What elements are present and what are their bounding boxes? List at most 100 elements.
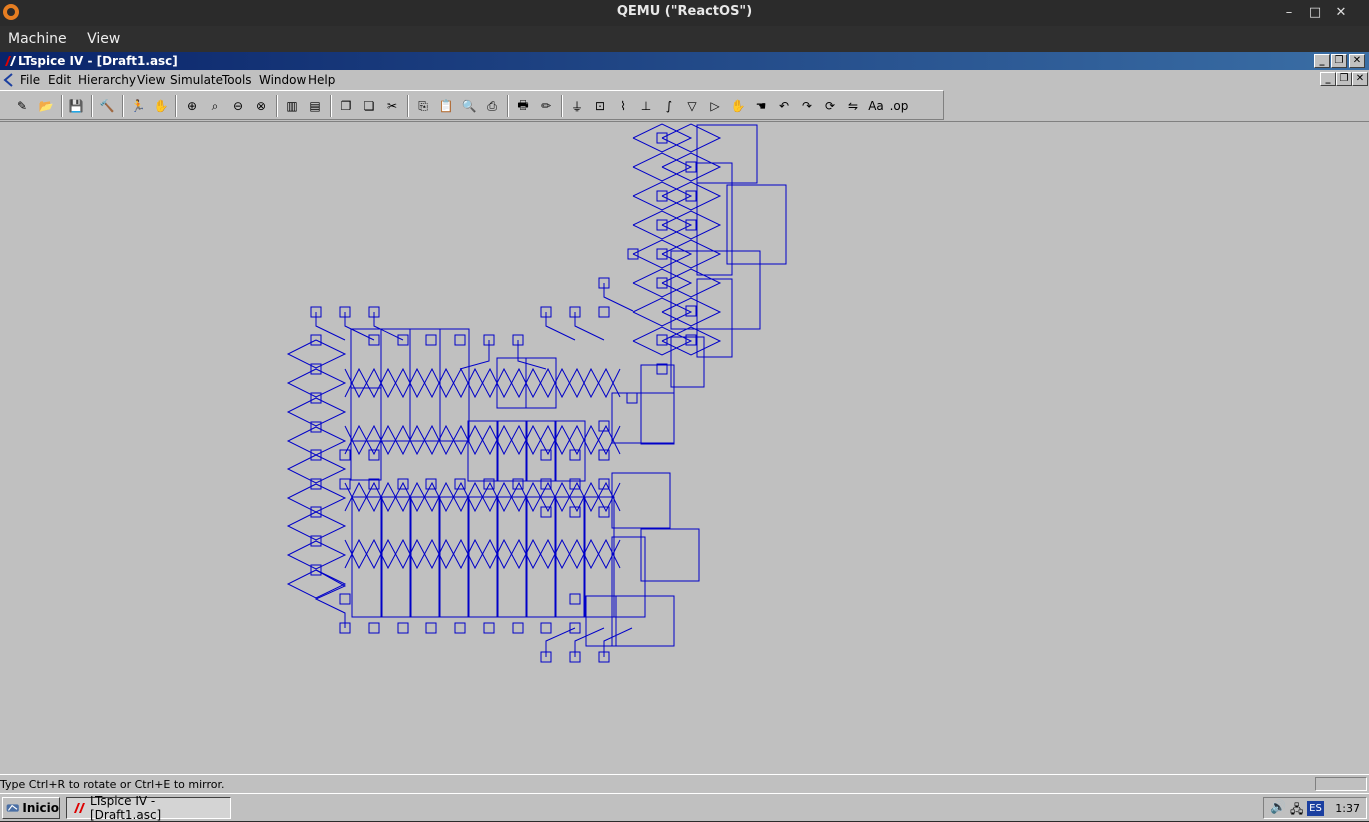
zoom-out-icon[interactable]: ⊖ <box>228 96 248 116</box>
save-icon[interactable]: 💾 <box>66 96 86 116</box>
component-box <box>696 278 733 358</box>
host-menu-view[interactable]: View <box>79 26 128 47</box>
wire <box>603 627 633 657</box>
menu-simulate[interactable]: Simulate <box>170 73 223 87</box>
halt-icon[interactable]: ✋ <box>151 96 171 116</box>
wire <box>517 340 547 370</box>
ltspice-task-icon <box>73 803 85 813</box>
copy-icon[interactable]: ⎘ <box>413 96 433 116</box>
find-icon[interactable]: 🔍 <box>459 96 479 116</box>
pin-square <box>425 622 437 634</box>
host-titlebar: QEMU ("ReactOS") – □ ✕ <box>0 0 1369 26</box>
statusbar: Type Ctrl+R to rotate or Ctrl+E to mirro… <box>0 774 1369 793</box>
menu-tools[interactable]: Tools <box>222 73 252 87</box>
menu-file[interactable]: File <box>20 73 40 87</box>
start-button[interactable]: Inicio <box>2 797 60 819</box>
menu-edit[interactable]: Edit <box>48 73 71 87</box>
doc-restore-button[interactable]: ❐ <box>1336 72 1352 86</box>
guest-desktop: LTspice IV - [Draft1.asc] _ ❐ ✕ File Edi… <box>0 52 1369 822</box>
mdi-doc-icon[interactable] <box>2 72 16 88</box>
host-window-title: QEMU ("ReactOS") <box>616 4 753 19</box>
host-maximize-button[interactable]: □ <box>1305 4 1325 22</box>
spice-directive-icon[interactable]: .op <box>889 96 909 116</box>
schematic-drawing <box>286 123 787 663</box>
pin-square <box>454 334 466 346</box>
wire <box>545 312 576 341</box>
wire-icon[interactable]: ✏ <box>536 96 556 116</box>
paste-icon[interactable]: 📋 <box>436 96 456 116</box>
new-schematic-icon[interactable]: ✎ <box>12 96 32 116</box>
pin-square <box>483 622 495 634</box>
menu-window[interactable]: Window <box>259 73 306 87</box>
component-icon[interactable]: ▷ <box>705 96 725 116</box>
doc-minimize-button[interactable]: _ <box>1320 72 1336 86</box>
component-box <box>438 496 470 618</box>
redo-icon[interactable]: ↷ <box>797 96 817 116</box>
clock[interactable]: 1:37 <box>1335 802 1360 815</box>
taskbar-item-label: LTspice IV - [Draft1.asc] <box>89 794 162 822</box>
ground-icon[interactable]: ⏚ <box>567 96 587 116</box>
diode-icon[interactable]: ▽ <box>682 96 702 116</box>
pin-square <box>397 622 409 634</box>
schematic-canvas[interactable] <box>0 121 1369 774</box>
component-box <box>640 364 675 445</box>
app-minimize-button[interactable]: _ <box>1314 54 1330 68</box>
toolbar-separator <box>330 95 332 117</box>
label-net-icon[interactable]: ⊡ <box>590 96 610 116</box>
component-box <box>611 536 646 618</box>
drag-icon[interactable]: ☚ <box>751 96 771 116</box>
text-icon[interactable]: Aa <box>866 96 886 116</box>
print-setup-icon[interactable]: ⎙ <box>482 96 502 116</box>
zoom-in-icon[interactable]: ⊕ <box>182 96 202 116</box>
inductor-icon[interactable]: ∫ <box>659 96 679 116</box>
component-box <box>351 496 383 618</box>
mirror-icon[interactable]: ⇋ <box>843 96 863 116</box>
wire <box>373 312 404 341</box>
zoom-fit-icon[interactable]: ⊗ <box>251 96 271 116</box>
wire <box>574 312 605 341</box>
cascade-icon[interactable]: ❐ <box>336 96 356 116</box>
pin-square <box>454 622 466 634</box>
wire <box>286 483 347 513</box>
component-box <box>496 496 528 618</box>
pin-square <box>540 622 552 634</box>
language-indicator[interactable]: ES <box>1307 801 1324 816</box>
taskbar-item-ltspice[interactable]: LTspice IV - [Draft1.asc] <box>66 794 231 822</box>
pin-square <box>368 622 380 634</box>
wire <box>459 340 490 370</box>
component-box <box>670 250 761 330</box>
resistor-icon[interactable]: ⌇ <box>613 96 633 116</box>
tile-vertical-icon[interactable]: ▥ <box>282 96 302 116</box>
status-pane <box>1315 777 1367 791</box>
app-menubar: File Edit Hierarchy View Simulate Tools … <box>0 70 1369 90</box>
close-all-icon[interactable]: ❏ <box>359 96 379 116</box>
capacitor-icon[interactable]: ⊥ <box>636 96 656 116</box>
move-icon[interactable]: ✋ <box>728 96 748 116</box>
print-icon[interactable]: 🖶 <box>513 96 533 116</box>
undo-icon[interactable]: ↶ <box>774 96 794 116</box>
wire <box>286 426 347 456</box>
ltspice-logo-icon <box>5 56 16 66</box>
menu-help[interactable]: Help <box>308 73 335 87</box>
wire <box>315 312 346 341</box>
cut-icon[interactable]: ✂ <box>382 96 402 116</box>
app-close-button[interactable]: ✕ <box>1349 54 1365 68</box>
doc-close-button[interactable]: ✕ <box>1352 72 1368 86</box>
tile-horizontal-icon[interactable]: ▤ <box>305 96 325 116</box>
component-box <box>611 595 675 647</box>
open-icon[interactable]: 📂 <box>36 96 56 116</box>
host-close-button[interactable]: ✕ <box>1331 4 1351 22</box>
host-menu-machine[interactable]: Machine <box>0 26 75 47</box>
control-panel-icon[interactable]: 🔨 <box>97 96 117 116</box>
volume-icon[interactable]: 🔊 <box>1270 800 1286 815</box>
menu-hierarchy[interactable]: Hierarchy <box>78 73 136 87</box>
host-minimize-button[interactable]: – <box>1279 4 1299 22</box>
run-icon[interactable]: 🏃 <box>128 96 148 116</box>
pin-square <box>598 306 610 318</box>
network-icon[interactable]: 🖧 <box>1290 800 1303 821</box>
pan-icon[interactable]: ⌕ <box>205 96 225 116</box>
app-restore-button[interactable]: ❐ <box>1331 54 1347 68</box>
rotate-icon[interactable]: ⟳ <box>820 96 840 116</box>
reactos-logo-icon <box>6 804 19 812</box>
menu-view[interactable]: View <box>137 73 165 87</box>
